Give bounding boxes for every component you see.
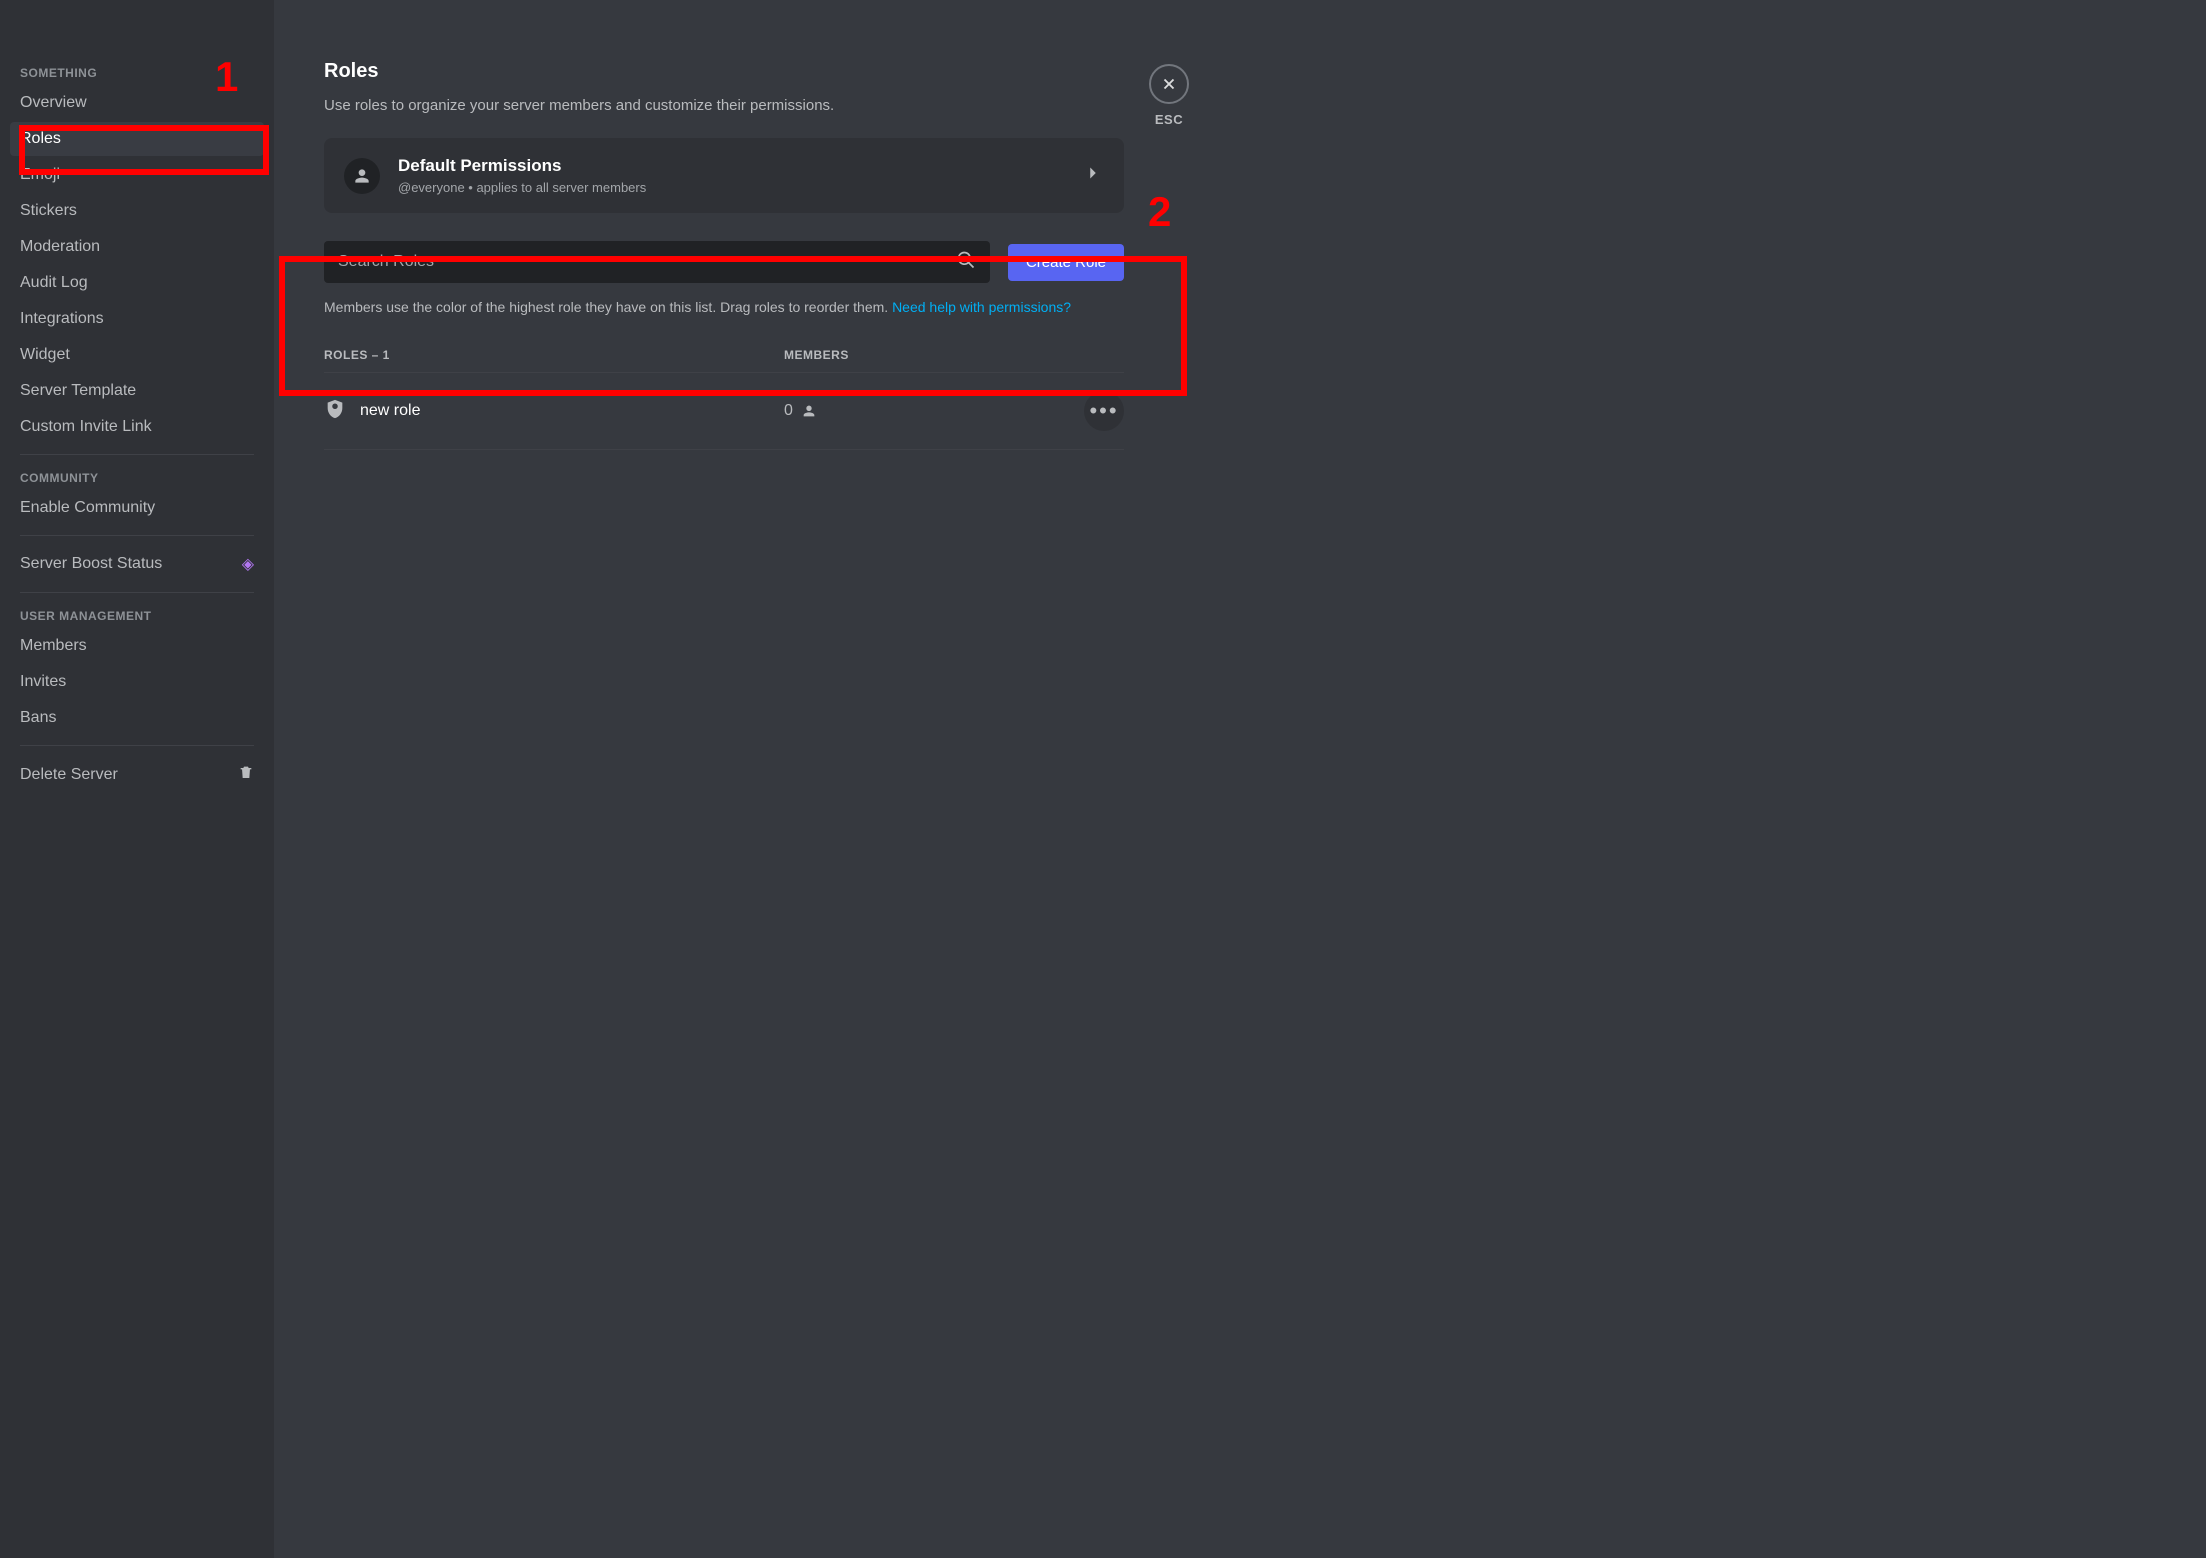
sidebar-item-overview[interactable]: Overview	[10, 86, 264, 120]
sidebar-item-delete-server[interactable]: Delete Server	[10, 756, 264, 793]
sidebar-item-label: Stickers	[20, 202, 77, 220]
sidebar-item-moderation[interactable]: Moderation	[10, 230, 264, 264]
sidebar-item-custom-invite-link[interactable]: Custom Invite Link	[10, 410, 264, 444]
search-roles-wrapper	[324, 241, 990, 283]
sidebar-item-server-template[interactable]: Server Template	[10, 374, 264, 408]
sidebar-item-label: Enable Community	[20, 499, 155, 517]
help-text-prefix: Members use the color of the highest rol…	[324, 299, 892, 315]
members-column-header: MEMBERS	[784, 348, 1064, 362]
sidebar-item-label: Roles	[20, 130, 61, 148]
role-name: new role	[360, 402, 420, 420]
sidebar-item-enable-community[interactable]: Enable Community	[10, 491, 264, 525]
role-more-button[interactable]: •••	[1084, 391, 1124, 431]
sidebar-item-label: Delete Server	[20, 766, 118, 784]
chevron-right-icon	[1082, 162, 1104, 189]
sidebar-section-community: COMMUNITY	[10, 465, 264, 491]
person-icon	[801, 403, 817, 419]
sidebar-item-label: Audit Log	[20, 274, 88, 292]
sidebar-item-audit-log[interactable]: Audit Log	[10, 266, 264, 300]
sidebar-item-label: Invites	[20, 673, 66, 691]
sidebar-item-members[interactable]: Members	[10, 629, 264, 663]
esc-label: ESC	[1155, 112, 1183, 127]
roles-column-header: ROLES – 1	[324, 348, 784, 362]
boost-icon: ◈	[242, 554, 254, 574]
default-permissions-subtitle: @everyone • applies to all server member…	[398, 180, 1064, 195]
role-row[interactable]: new role 0 •••	[324, 373, 1124, 450]
sidebar-item-emoji[interactable]: Emoji	[10, 158, 264, 192]
sidebar-divider	[20, 745, 254, 746]
sidebar-section-something: SOMETHING	[10, 60, 264, 86]
sidebar-item-integrations[interactable]: Integrations	[10, 302, 264, 336]
sidebar-item-label: Server Template	[20, 382, 136, 400]
roles-table-header: ROLES – 1 MEMBERS	[324, 348, 1124, 373]
sidebar-item-roles[interactable]: Roles	[10, 122, 264, 156]
sidebar-item-label: Members	[20, 637, 87, 655]
sidebar-section-user-management: USER MANAGEMENT	[10, 603, 264, 629]
shield-icon	[324, 398, 346, 425]
page-subtitle: Use roles to organize your server member…	[324, 97, 1124, 114]
create-role-button[interactable]: Create Role	[1008, 244, 1124, 281]
help-text: Members use the color of the highest rol…	[324, 297, 1124, 318]
sidebar-item-label: Emoji	[20, 166, 60, 184]
sidebar-item-widget[interactable]: Widget	[10, 338, 264, 372]
main-content: Roles Use roles to organize your server …	[274, 0, 2206, 1558]
close-button[interactable]	[1149, 64, 1189, 104]
sidebar-divider	[20, 535, 254, 536]
sidebar-item-label: Overview	[20, 94, 87, 112]
sidebar-item-label: Bans	[20, 709, 56, 727]
default-permissions-card[interactable]: Default Permissions @everyone • applies …	[324, 138, 1124, 213]
sidebar-item-invites[interactable]: Invites	[10, 665, 264, 699]
sidebar-item-label: Server Boost Status	[20, 555, 162, 573]
page-title: Roles	[324, 60, 1124, 83]
sidebar-item-label: Moderation	[20, 238, 100, 256]
search-roles-input[interactable]	[338, 253, 956, 271]
sidebar-item-bans[interactable]: Bans	[10, 701, 264, 735]
members-icon	[344, 158, 380, 194]
sidebar-item-stickers[interactable]: Stickers	[10, 194, 264, 228]
role-member-count: 0	[784, 402, 793, 420]
sidebar-divider	[20, 454, 254, 455]
help-link[interactable]: Need help with permissions?	[892, 299, 1071, 315]
default-permissions-title: Default Permissions	[398, 156, 1064, 176]
sidebar-item-label: Custom Invite Link	[20, 418, 152, 436]
sidebar-item-server-boost-status[interactable]: Server Boost Status ◈	[10, 546, 264, 582]
sidebar-item-label: Widget	[20, 346, 70, 364]
search-icon	[956, 250, 976, 275]
close-icon	[1160, 75, 1178, 93]
trash-icon	[238, 764, 254, 785]
sidebar-item-label: Integrations	[20, 310, 104, 328]
sidebar: SOMETHING Overview Roles Emoji Stickers …	[0, 0, 274, 1558]
sidebar-divider	[20, 592, 254, 593]
